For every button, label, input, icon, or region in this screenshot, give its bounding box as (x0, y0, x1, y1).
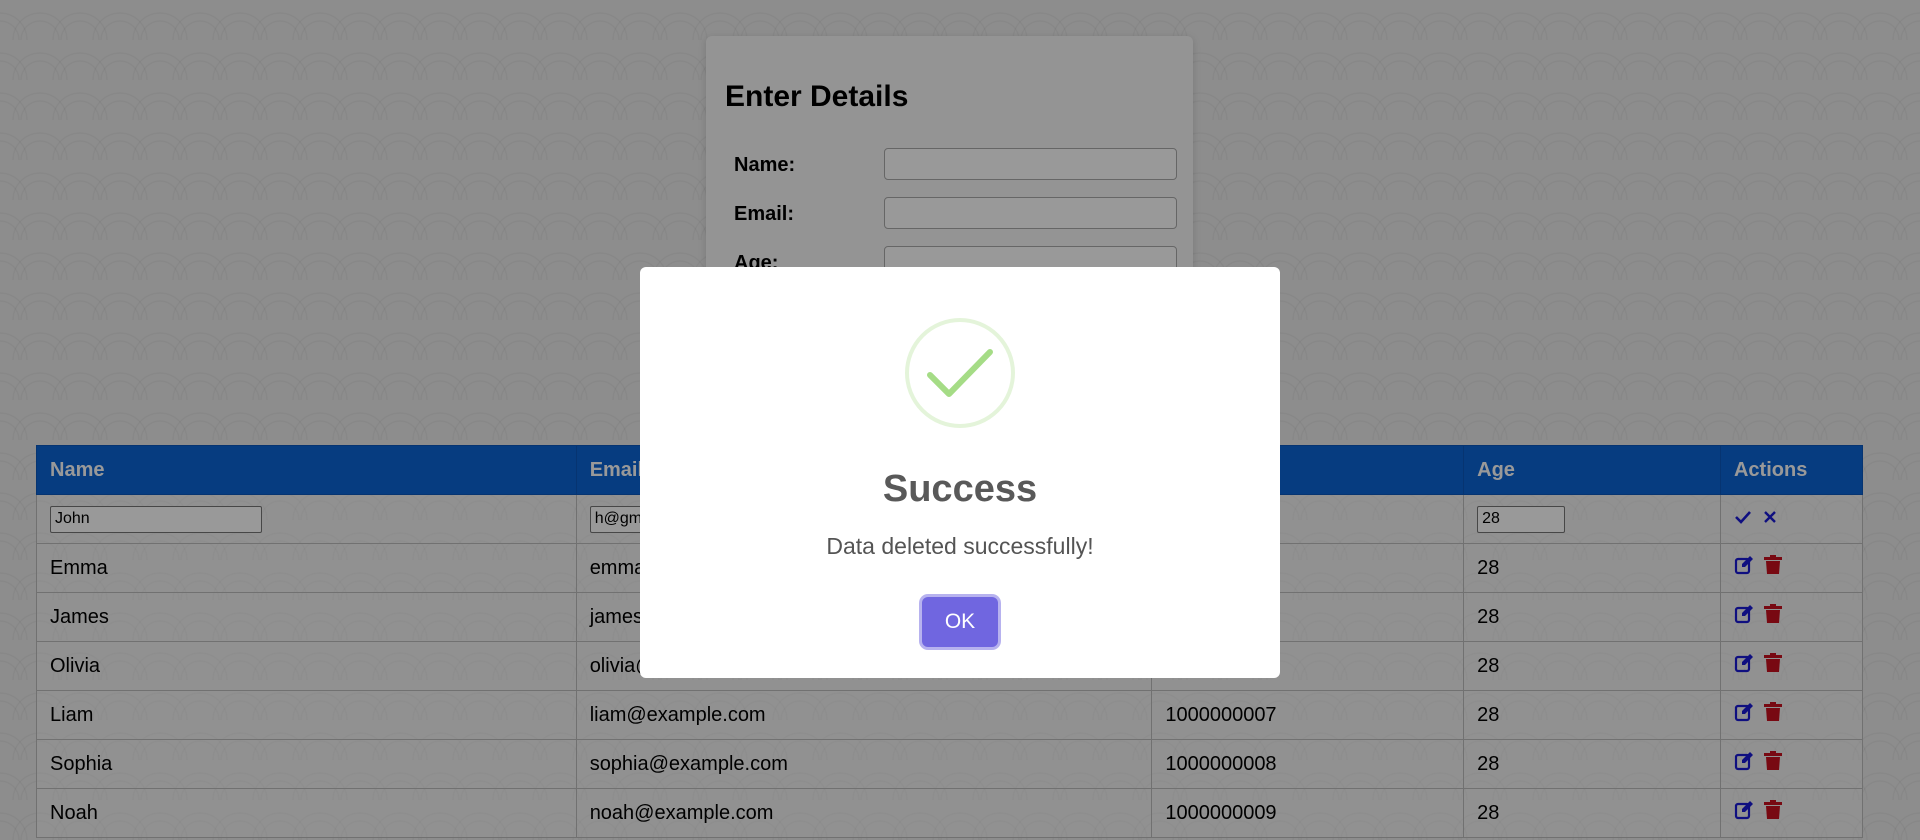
success-check-icon (904, 317, 1016, 434)
success-dialog: Success Data deleted successfully! OK (640, 267, 1280, 678)
dialog-title: Success (882, 468, 1038, 510)
dialog-message: Data deleted successfully! (826, 533, 1094, 559)
ok-button[interactable]: OK (922, 597, 998, 647)
